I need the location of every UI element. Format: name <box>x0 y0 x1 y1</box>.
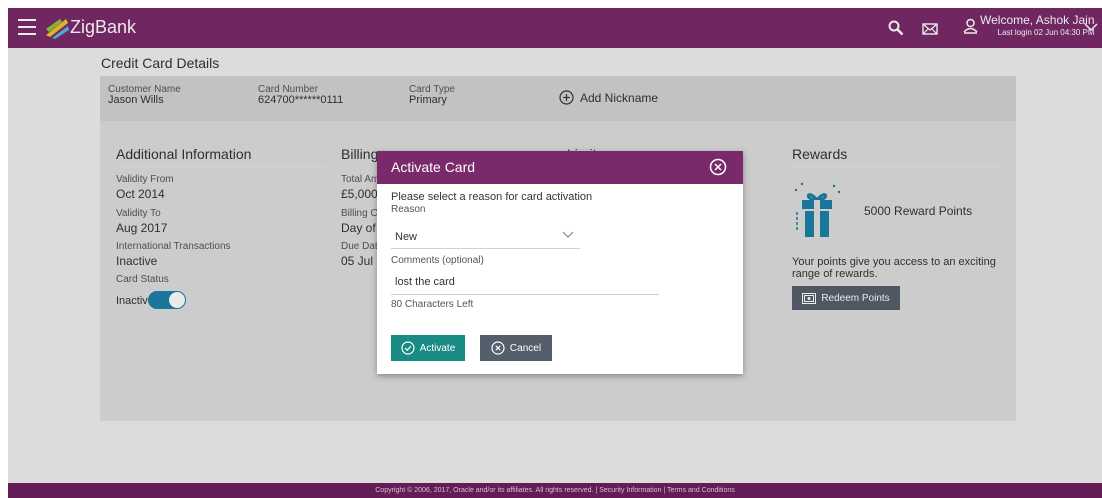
app-window: ZigBank Welcome, Ashok Jain Last login 0… <box>8 8 1102 498</box>
reason-selected-value: New <box>395 231 418 243</box>
dialog-title: Activate Card <box>391 159 476 175</box>
dialog-prompt: Please select a reason for card activati… <box>391 191 593 203</box>
check-circle-icon <box>401 341 415 355</box>
cancel-circle-icon <box>491 341 505 355</box>
cancel-label: Cancel <box>509 342 542 354</box>
dialog-header: Activate Card <box>377 151 743 184</box>
activate-button[interactable]: Activate <box>391 335 465 361</box>
characters-left-text: 80 Characters Left <box>391 299 474 310</box>
cancel-button[interactable]: Cancel <box>480 335 552 361</box>
comments-input[interactable] <box>391 269 659 295</box>
reason-label: Reason <box>391 204 426 215</box>
reason-select[interactable]: New <box>391 225 580 249</box>
activate-card-dialog: Activate Card Please select a reason for… <box>377 151 743 374</box>
chevron-down-icon <box>562 231 574 238</box>
activate-label: Activate <box>419 342 456 354</box>
close-icon[interactable] <box>709 158 727 176</box>
comments-label: Comments (optional) <box>391 255 484 266</box>
